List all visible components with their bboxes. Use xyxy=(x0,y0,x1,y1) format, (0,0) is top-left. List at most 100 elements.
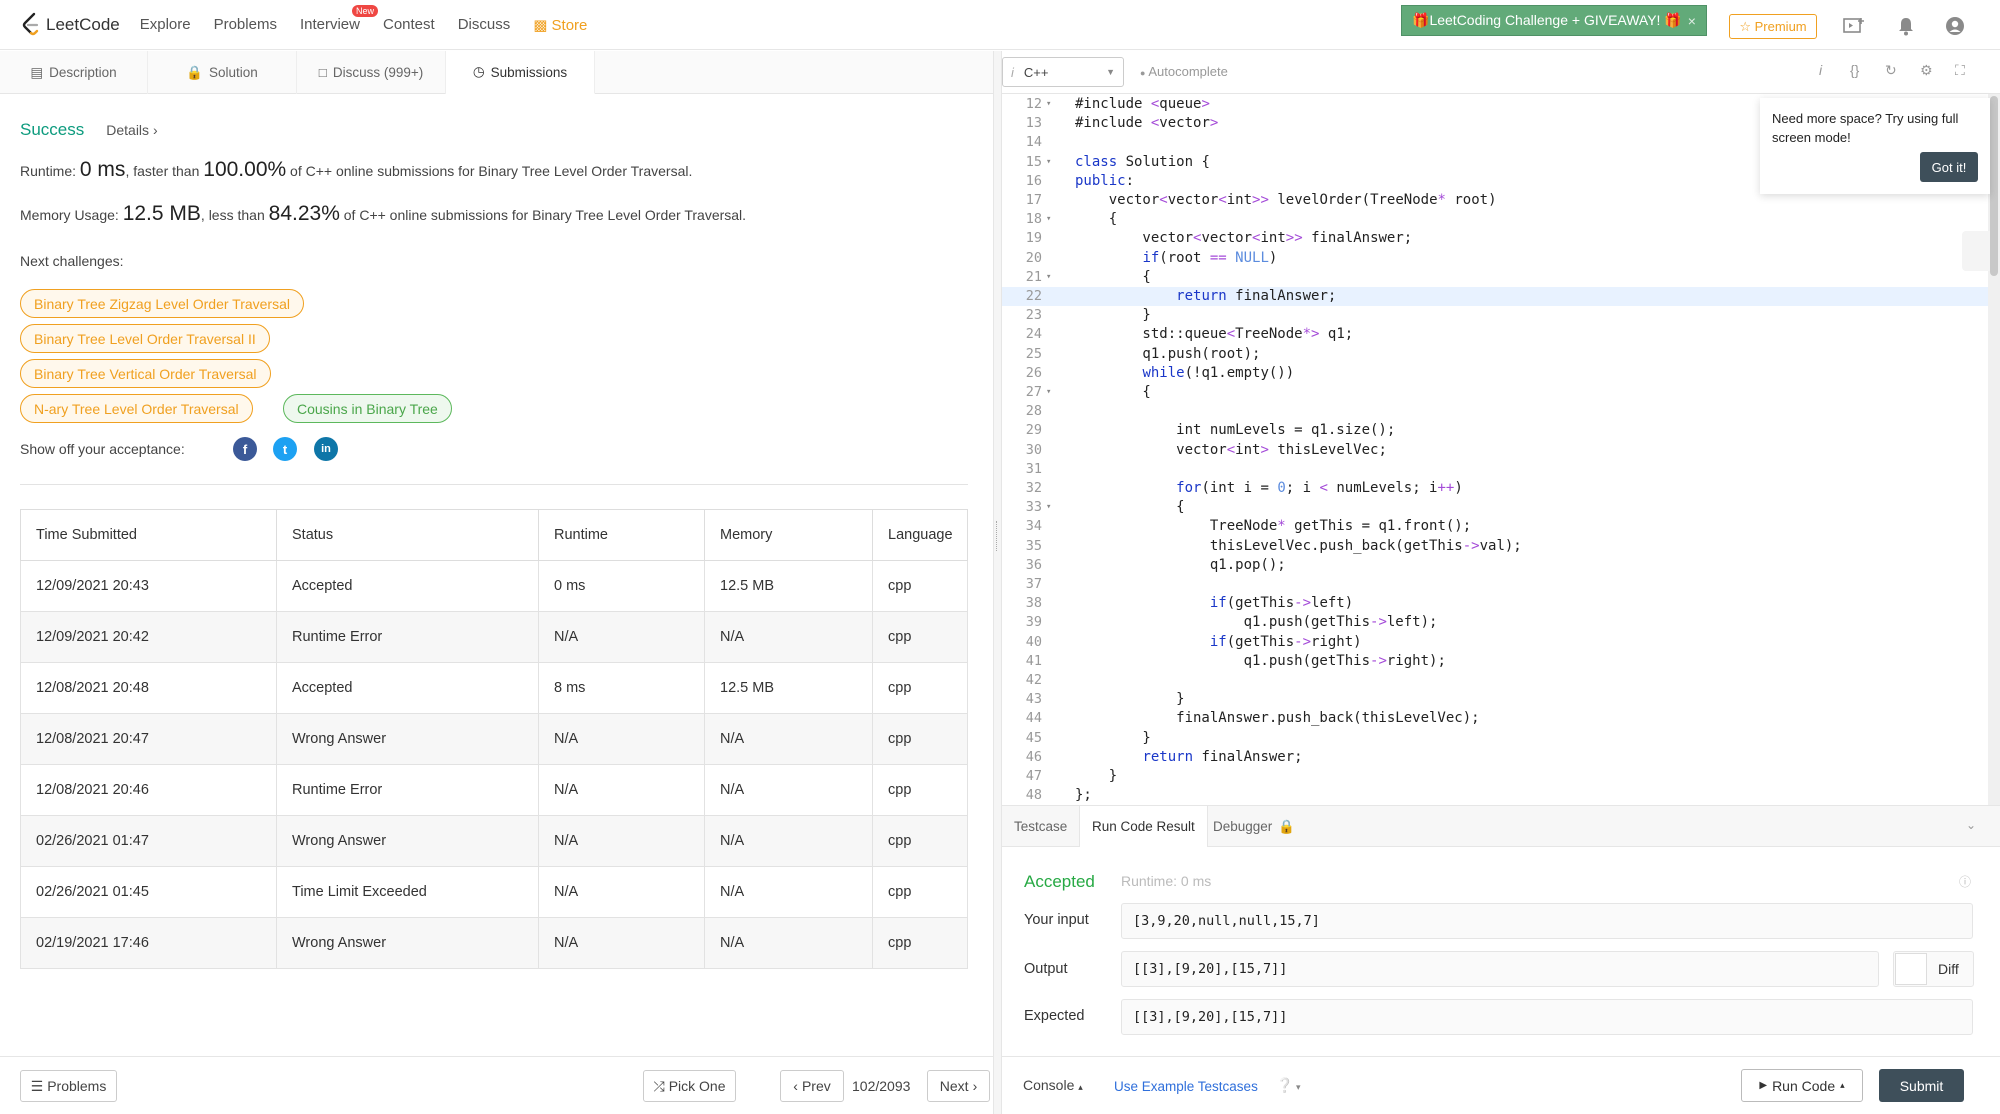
code-line[interactable]: 25 q1.push(root); xyxy=(1002,345,1988,364)
challenge-nary-level-order[interactable]: N-ary Tree Level Order Traversal xyxy=(20,394,253,423)
help-icon[interactable]: ⓘ xyxy=(1959,873,1971,890)
promo-banner[interactable]: 🎁LeetCoding Challenge + GIVEAWAY! 🎁 × xyxy=(1401,5,1707,36)
problems-button[interactable]: ☰ Problems xyxy=(20,1070,117,1102)
braces-icon[interactable]: {} xyxy=(1850,62,1859,78)
bell-icon[interactable] xyxy=(1895,16,1917,36)
nav-discuss[interactable]: Discuss xyxy=(458,16,511,34)
challenge-level-order-ii[interactable]: Binary Tree Level Order Traversal II xyxy=(20,324,270,353)
fold-arrow-icon[interactable]: ▾ xyxy=(1046,268,1051,287)
cell-status[interactable]: Wrong Answer xyxy=(276,713,539,765)
code-line[interactable]: 18 ▾ { xyxy=(1002,210,1988,229)
code-line[interactable]: 30 vector<int> thisLevelVec; xyxy=(1002,441,1988,460)
code-line[interactable]: 26 while(!q1.empty()) xyxy=(1002,364,1988,383)
nav-explore[interactable]: Explore xyxy=(140,16,191,34)
info-icon[interactable]: i xyxy=(1819,62,1822,78)
playground-icon[interactable] xyxy=(1843,16,1865,36)
got-it-button[interactable]: Got it! xyxy=(1920,152,1978,182)
code-line[interactable]: 43 } xyxy=(1002,690,1988,709)
help-circle-icon[interactable]: ❔ ▾ xyxy=(1276,1077,1300,1094)
tab-solution[interactable]: 🔒 Solution xyxy=(148,51,297,94)
fold-arrow-icon[interactable]: ▾ xyxy=(1046,153,1051,172)
prev-button[interactable]: ‹ Prev xyxy=(780,1070,844,1102)
code-text: q1.push(getThis->right); xyxy=(1075,652,1446,669)
code-line[interactable]: 29 int numLevels = q1.size(); xyxy=(1002,421,1988,440)
tab-discuss[interactable]: □ Discuss (999+) xyxy=(297,51,446,94)
pick-one-button[interactable]: ⤮ Pick One xyxy=(643,1070,736,1102)
code-line[interactable]: 22 return finalAnswer; xyxy=(1002,287,1988,306)
avatar-icon[interactable] xyxy=(1944,16,1966,36)
diff-toggle[interactable]: Diff xyxy=(1893,951,1974,987)
code-line[interactable]: 41 q1.push(getThis->right); xyxy=(1002,652,1988,671)
play-icon: ▶ xyxy=(1759,1080,1768,1091)
code-line[interactable]: 37 xyxy=(1002,575,1988,594)
code-line[interactable]: 32 for(int i = 0; i < numLevels; i++) xyxy=(1002,479,1988,498)
facebook-icon[interactable]: f xyxy=(233,437,257,461)
cell-status[interactable]: Accepted xyxy=(276,662,539,714)
challenge-zigzag[interactable]: Binary Tree Zigzag Level Order Traversal xyxy=(20,289,304,318)
nav-contest[interactable]: Contest xyxy=(383,16,435,34)
side-panel-tab[interactable] xyxy=(1962,231,1990,271)
code-line[interactable]: 33 ▾ { xyxy=(1002,498,1988,517)
challenge-cousins[interactable]: Cousins in Binary Tree xyxy=(283,394,452,423)
cell-status[interactable]: Wrong Answer xyxy=(276,917,539,969)
next-button[interactable]: Next › xyxy=(927,1070,990,1102)
code-line[interactable]: 42 xyxy=(1002,671,1988,690)
challenge-vertical-order[interactable]: Binary Tree Vertical Order Traversal xyxy=(20,359,271,388)
code-line[interactable]: 39 q1.push(getThis->left); xyxy=(1002,613,1988,632)
collapse-chevron-icon[interactable]: ⌄ xyxy=(1966,818,1976,832)
submit-button[interactable]: Submit xyxy=(1879,1069,1964,1102)
promo-close-icon[interactable]: × xyxy=(1688,13,1696,29)
tab-submissions[interactable]: ◷ Submissions xyxy=(446,51,595,94)
code-line[interactable]: 20 if(root == NULL) xyxy=(1002,249,1988,268)
code-line[interactable]: 24 std::queue<TreeNode*> q1; xyxy=(1002,325,1988,344)
nav-store[interactable]: ▩ Store xyxy=(533,16,587,34)
code-line[interactable]: 40 if(getThis->right) xyxy=(1002,633,1988,652)
code-line[interactable]: 31 xyxy=(1002,460,1988,479)
cell-status[interactable]: Wrong Answer xyxy=(276,815,539,867)
cell-status[interactable]: Runtime Error xyxy=(276,764,539,816)
code-line[interactable]: 38 if(getThis->left) xyxy=(1002,594,1988,613)
cell-status[interactable]: Time Limit Exceeded xyxy=(276,866,539,918)
tab-run-code-result[interactable]: Run Code Result xyxy=(1079,806,1208,847)
leetcode-logo[interactable]: LeetCode xyxy=(20,12,120,38)
code-line[interactable]: 47 } xyxy=(1002,767,1988,786)
fold-arrow-icon[interactable]: ▾ xyxy=(1046,498,1051,517)
code-line[interactable]: 45 } xyxy=(1002,729,1988,748)
fold-arrow-icon[interactable]: ▾ xyxy=(1046,95,1051,114)
fullscreen-icon[interactable]: ⛶ xyxy=(1955,62,1965,79)
console-button[interactable]: Console ▴ xyxy=(1023,1077,1083,1093)
use-example-testcases-link[interactable]: Use Example Testcases xyxy=(1114,1079,1258,1094)
language-select[interactable]: i C++ ▼ xyxy=(1002,57,1124,87)
code-line[interactable]: 35 thisLevelVec.push_back(getThis->val); xyxy=(1002,537,1988,556)
code-line[interactable]: 27 ▾ { xyxy=(1002,383,1988,402)
tab-debugger[interactable]: Debugger 🔒 xyxy=(1201,806,1307,847)
code-line[interactable]: 23 } xyxy=(1002,306,1988,325)
details-link[interactable]: Details › xyxy=(106,122,157,138)
code-line[interactable]: 44 finalAnswer.push_back(thisLevelVec); xyxy=(1002,709,1988,728)
fold-arrow-icon[interactable]: ▾ xyxy=(1046,383,1051,402)
cell-status[interactable]: Runtime Error xyxy=(276,611,539,663)
code-line[interactable]: 34 TreeNode* getThis = q1.front(); xyxy=(1002,517,1988,536)
tab-description[interactable]: ▤ Description xyxy=(0,51,148,94)
tab-testcase[interactable]: Testcase xyxy=(1002,806,1079,847)
autocomplete-toggle[interactable]: ● Autocomplete xyxy=(1140,64,1228,79)
code-editor[interactable]: 12 ▾ #include <queue> 13 #include <vector> 14… xyxy=(1002,94,1988,805)
pane-splitter[interactable] xyxy=(993,51,1002,1114)
fold-arrow-icon[interactable]: ▾ xyxy=(1046,210,1051,229)
code-line[interactable]: 19 vector<vector<int>> finalAnswer; xyxy=(1002,229,1988,248)
reset-icon[interactable]: ↻ xyxy=(1885,62,1897,79)
cell-status[interactable]: Accepted xyxy=(276,560,539,612)
run-code-button[interactable]: ▶ Run Code ▴ xyxy=(1741,1069,1863,1102)
settings-icon[interactable]: ⚙ xyxy=(1920,62,1933,79)
premium-button[interactable]: ☆ Premium xyxy=(1729,14,1817,39)
code-line[interactable]: 21 ▾ { xyxy=(1002,268,1988,287)
linkedin-icon[interactable]: in xyxy=(314,437,338,461)
code-line[interactable]: 28 xyxy=(1002,402,1988,421)
nav-interview[interactable]: Interview New xyxy=(300,4,378,34)
editor-scrollbar-thumb[interactable] xyxy=(1990,96,1998,276)
code-line[interactable]: 46 return finalAnswer; xyxy=(1002,748,1988,767)
code-line[interactable]: 48}; xyxy=(1002,786,1988,805)
twitter-icon[interactable]: t xyxy=(273,437,297,461)
code-line[interactable]: 36 q1.pop(); xyxy=(1002,556,1988,575)
nav-problems[interactable]: Problems xyxy=(214,16,277,34)
